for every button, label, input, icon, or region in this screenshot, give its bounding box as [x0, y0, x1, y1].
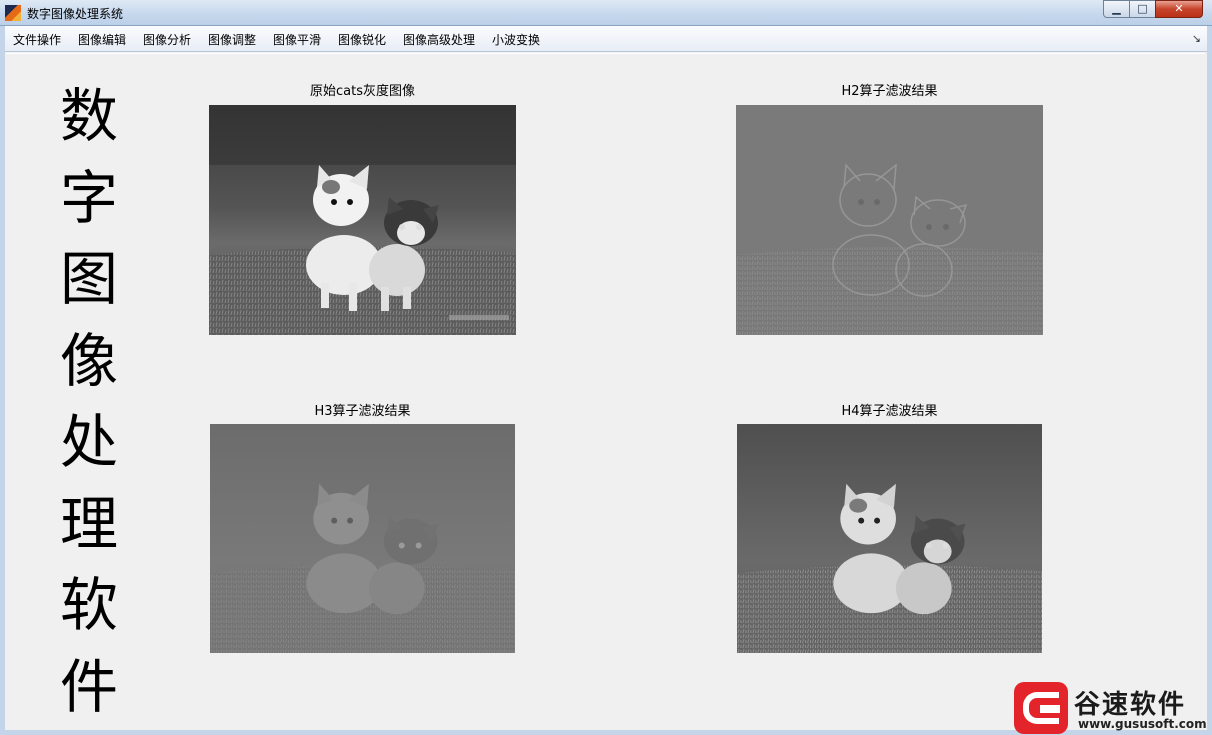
side-title-char: 像	[59, 326, 118, 395]
panel-title-original: 原始cats灰度图像	[310, 84, 415, 99]
menu-image-edit[interactable]: 图像编辑	[78, 31, 126, 48]
menu-advanced-processing[interactable]: 图像高级处理	[403, 31, 475, 48]
side-title-char: 软	[59, 571, 118, 639]
side-title-char: 图	[59, 245, 118, 313]
menu-image-adjust[interactable]: 图像调整	[208, 31, 256, 48]
menu-file-ops[interactable]: 文件操作	[13, 31, 61, 48]
watermark-brand: 谷速软件	[1074, 690, 1187, 720]
menu-image-sharpen[interactable]: 图像锐化	[338, 31, 386, 48]
side-title-char: 件	[59, 652, 118, 721]
image-original-gray	[209, 105, 516, 335]
menu-bar: 文件操作 图像编辑 图像分析 图像调整 图像平滑 图像锐化 图像高级处理 小波变…	[5, 26, 1207, 52]
side-title-char: 处	[59, 408, 118, 476]
side-title: 数 字 图 像 处 理 软 件	[54, 76, 124, 728]
window-title: 数字图像处理系统	[27, 7, 124, 21]
close-button[interactable]: ✕	[1155, 0, 1203, 18]
side-title-char: 理	[59, 489, 118, 558]
image-h2-filtered	[736, 105, 1043, 335]
menu-image-smooth[interactable]: 图像平滑	[273, 31, 321, 48]
gususoft-logo-icon	[1014, 682, 1068, 734]
panel-title-h3: H3算子滤波结果	[314, 404, 411, 419]
minimize-button[interactable]: ▁	[1103, 0, 1130, 18]
matlab-icon	[5, 5, 21, 21]
toolbar-overflow-icon[interactable]: ↘	[1192, 32, 1201, 45]
side-title-char: 数	[59, 82, 118, 150]
image-h3-filtered	[210, 424, 515, 653]
panel-title-h4: H4算子滤波结果	[841, 404, 938, 419]
maximize-button[interactable]: □	[1129, 0, 1156, 18]
title-bar: 数字图像处理系统 ▁ □ ✕	[0, 0, 1212, 26]
figure-canvas: 数 字 图 像 处 理 软 件 原始cats灰度图像 H2算子滤波结果 H3算子…	[6, 53, 1205, 727]
image-h4-filtered	[737, 424, 1042, 653]
panel-title-h2: H2算子滤波结果	[841, 84, 938, 99]
menu-image-analysis[interactable]: 图像分析	[143, 31, 191, 48]
watermark-url: www.gususoft.com	[1078, 717, 1207, 731]
gususoft-watermark: 谷速软件 www.gususoft.com	[1014, 682, 1210, 734]
side-title-char: 字	[59, 163, 118, 232]
menu-wavelet-transform[interactable]: 小波变换	[492, 31, 540, 48]
